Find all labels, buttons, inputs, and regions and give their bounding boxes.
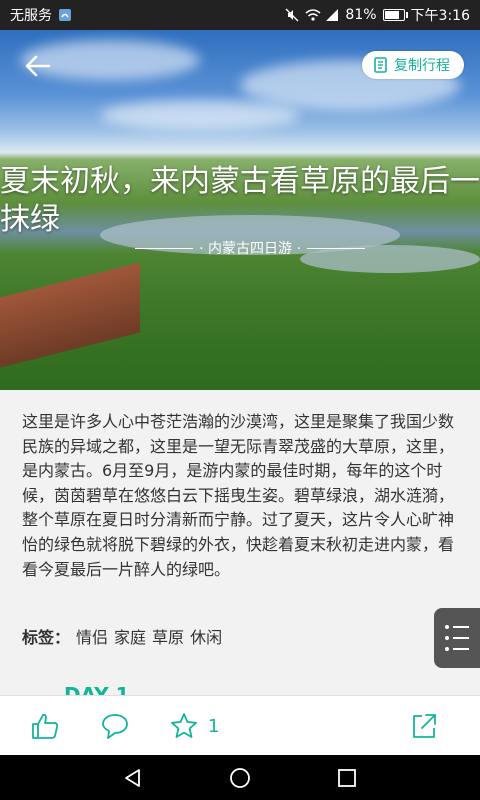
thumbs-up-icon [32, 713, 59, 739]
mute-icon [285, 8, 299, 22]
copy-itinerary-button[interactable]: 复制行程 [362, 51, 464, 79]
tag-item[interactable]: 休闲 [190, 624, 222, 648]
divider [306, 247, 365, 249]
back-arrow-icon [25, 55, 51, 77]
nav-home-button[interactable] [228, 767, 252, 789]
signal-icon [325, 8, 339, 22]
trip-title: 夏末初秋，来内蒙古看草原的最后一抹绿 [0, 164, 480, 237]
comment-bubble-icon [102, 714, 128, 739]
like-button[interactable] [30, 710, 60, 742]
nav-back-button[interactable] [121, 767, 145, 789]
favorite-count: 1 [208, 715, 220, 737]
wifi-icon [305, 8, 321, 22]
tag-row: 标签： 情侣 家庭 草原 休闲 [22, 624, 222, 648]
sim-icon [58, 8, 72, 22]
divider [135, 247, 194, 249]
clock: 下午3:16 [410, 8, 470, 24]
battery-icon [382, 9, 408, 21]
trip-subtitle: · 内蒙古四日游 · [135, 238, 365, 258]
back-button[interactable] [18, 48, 58, 84]
battery-percent: 81% [345, 7, 377, 23]
comment-button[interactable] [100, 710, 130, 742]
tag-item[interactable]: 情侣 [76, 624, 108, 648]
triangle-back-icon [125, 769, 140, 787]
star-icon [171, 713, 197, 738]
share-external-icon [413, 714, 436, 738]
trip-subtitle-text: · 内蒙古四日游 · [199, 241, 301, 257]
copy-document-icon [374, 57, 387, 73]
list-icon [445, 625, 469, 651]
copy-itinerary-label: 复制行程 [394, 58, 450, 74]
nav-recents-button[interactable] [335, 767, 359, 789]
itinerary-menu-button[interactable] [434, 608, 480, 668]
circle-home-icon [230, 768, 250, 788]
favorite-button[interactable]: 1 [170, 710, 219, 742]
trip-content: 这里是许多人心中苍茫浩瀚的沙漠湾，这里是聚集了我国少数民族的异域之都，这里是一望… [0, 390, 480, 695]
share-button[interactable] [410, 710, 438, 742]
system-nav-bar [0, 755, 480, 800]
square-recents-icon [338, 769, 356, 787]
trip-description: 这里是许多人心中苍茫浩瀚的沙漠湾，这里是聚集了我国少数民族的异域之都，这里是一望… [22, 412, 455, 579]
day-heading: DAY 1 [64, 683, 130, 695]
status-bar: 无服务 81% 下午3:16 [0, 0, 480, 30]
tag-item[interactable]: 家庭 [114, 624, 146, 648]
carrier-label: 无服务 [10, 8, 52, 24]
tag-item[interactable]: 草原 [152, 624, 184, 648]
tag-label: 标签： [22, 628, 71, 647]
action-bar: 1 [0, 695, 480, 755]
